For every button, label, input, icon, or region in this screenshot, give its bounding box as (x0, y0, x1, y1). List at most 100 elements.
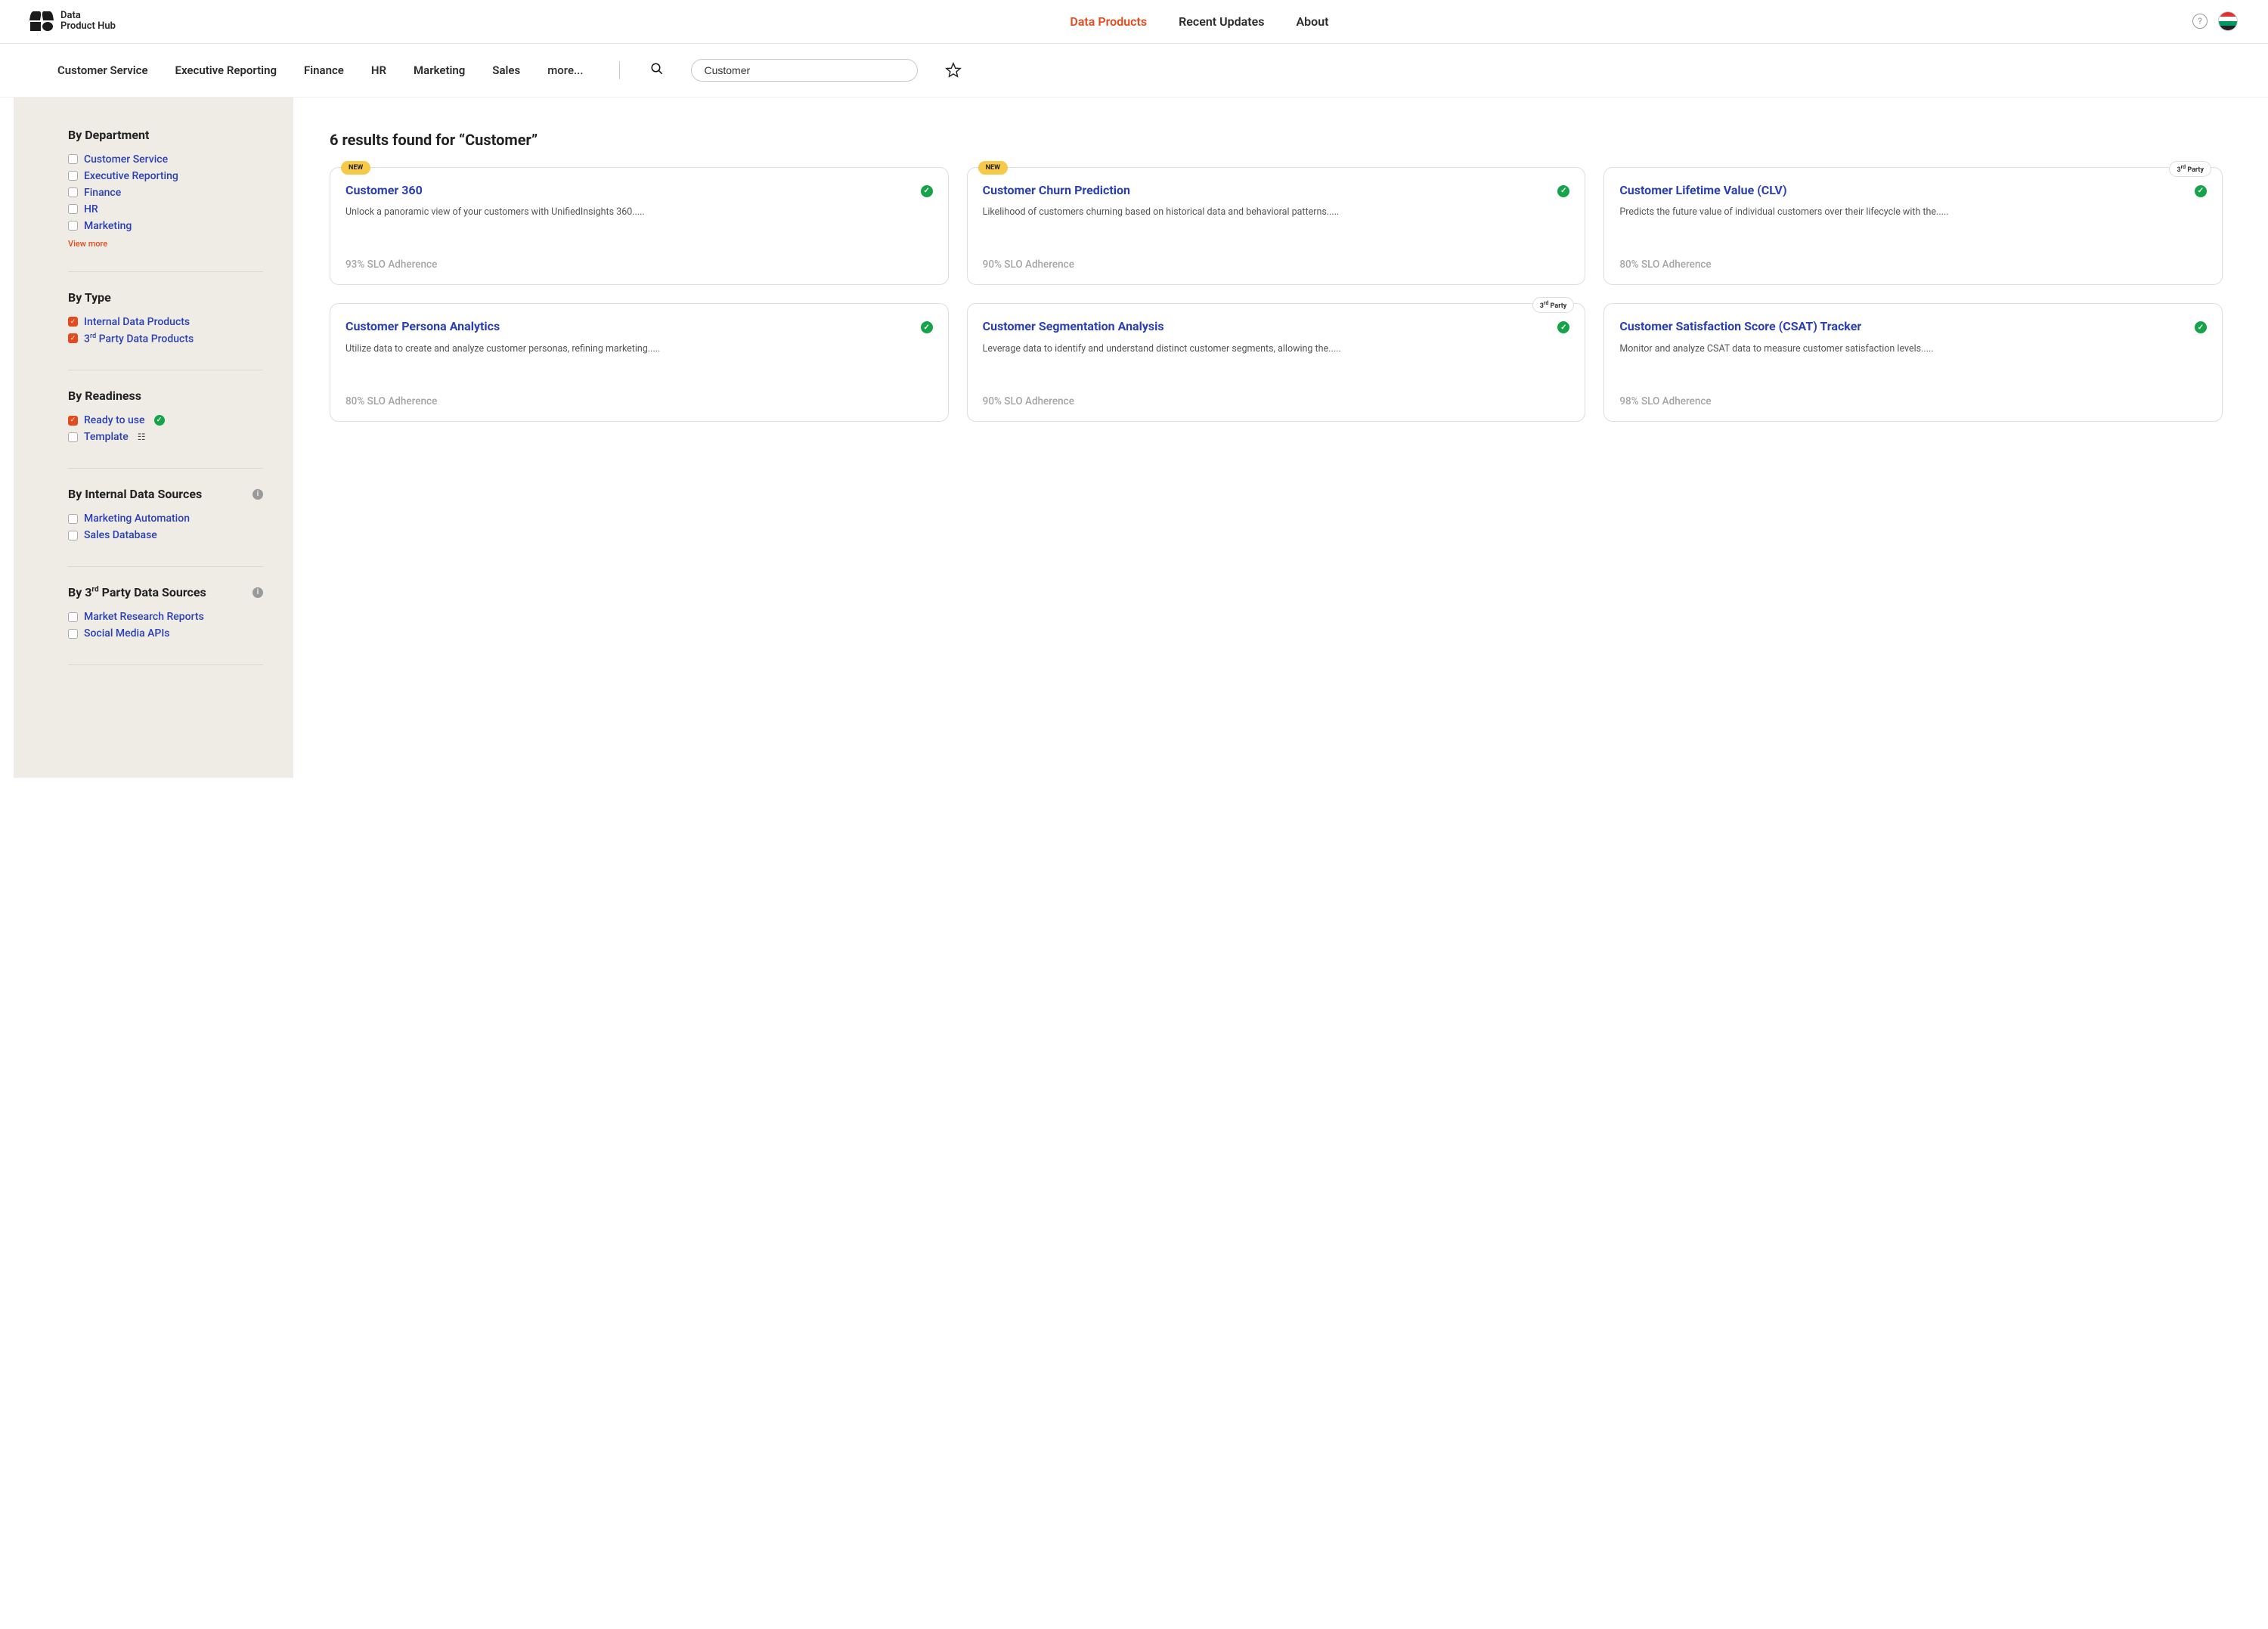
checkbox-icon: ✓ (68, 317, 78, 327)
checkbox-icon (68, 204, 78, 214)
new-badge: NEW (341, 161, 370, 175)
card-title: Customer Satisfaction Score (CSAT) Track… (1619, 319, 1861, 335)
info-icon[interactable]: i (253, 489, 263, 500)
filter-type-heading: By Type (68, 290, 263, 305)
readiness-ready[interactable]: ✓Ready to use✓ (68, 412, 263, 429)
dept-executive-reporting[interactable]: Executive Reporting (68, 168, 263, 184)
readiness-template[interactable]: Template☷ (68, 429, 263, 445)
card-header: Customer Satisfaction Score (CSAT) Track… (1619, 319, 2207, 335)
src-marketing-automation[interactable]: Marketing Automation (68, 510, 263, 527)
results-content: 6 results found for “Customer” NEWCustom… (293, 98, 2268, 453)
card-slo: 80% SLO Adherence (1619, 259, 2207, 271)
card-title: Customer Lifetime Value (CLV) (1619, 183, 1786, 199)
result-card[interactable]: 3rd PartyCustomer Segmentation Analysis✓… (967, 303, 1586, 422)
checkbox-icon (68, 171, 78, 181)
info-icon[interactable]: i (253, 587, 263, 598)
checkbox-icon (68, 612, 78, 622)
third-party-badge: 3rd Party (2169, 161, 2211, 177)
cat-more[interactable]: more... (547, 63, 583, 77)
filter-internal-sources-list: Marketing Automation Sales Database (68, 510, 263, 544)
checkbox-icon (68, 531, 78, 540)
type-third-party-label: 3rd Party Data Products (84, 333, 194, 345)
filter-department-heading: By Department (68, 128, 263, 142)
results-grid: NEWCustomer 360✓Unlock a panoramic view … (330, 167, 2223, 423)
result-card[interactable]: Customer Persona Analytics✓Utilize data … (330, 303, 949, 422)
card-header: Customer Segmentation Analysis ✓ (983, 319, 1570, 335)
cat-executive-reporting[interactable]: Executive Reporting (175, 63, 277, 77)
src-sales-database[interactable]: Sales Database (68, 527, 263, 544)
card-description: Likelihood of customers churning based o… (983, 206, 1570, 234)
card-title: Customer Churn Prediction (983, 183, 1130, 199)
result-card[interactable]: 3rd PartyCustomer Lifetime Value (CLV)✓P… (1603, 167, 2223, 286)
result-card[interactable]: NEWCustomer 360✓Unlock a panoramic view … (330, 167, 949, 286)
brand-text: Data Product Hub (60, 11, 116, 33)
cat-customer-service[interactable]: Customer Service (57, 63, 148, 77)
filter-internal-sources-heading: By Internal Data Sources i (68, 487, 263, 501)
filter-readiness-list: ✓Ready to use✓ Template☷ (68, 412, 263, 445)
filter-internal-sources: By Internal Data Sources i Marketing Aut… (68, 487, 263, 544)
divider (68, 664, 263, 665)
nav-recent-updates[interactable]: Recent Updates (1179, 14, 1264, 29)
cat-sales[interactable]: Sales (492, 63, 520, 77)
logo-mark-icon (30, 11, 53, 31)
card-title: Customer 360 (345, 183, 423, 199)
card-header: Customer 360 ✓ (345, 183, 933, 199)
checkbox-icon: ✓ (68, 333, 78, 343)
topbar-right: ? (2192, 11, 2238, 31)
nav-data-products[interactable]: Data Products (1070, 14, 1147, 29)
divider (68, 271, 263, 272)
filter-department-list: Customer Service Executive Reporting Fin… (68, 151, 263, 234)
filter-third-party-sources: By 3rd Party Data Sources i Market Resea… (68, 585, 263, 642)
search-input[interactable] (691, 59, 918, 82)
filter-readiness: By Readiness ✓Ready to use✓ Template☷ (68, 389, 263, 445)
card-slo: 90% SLO Adherence (983, 395, 1570, 407)
card-title: Customer Segmentation Analysis (983, 319, 1164, 335)
card-description: Utilize data to create and analyze custo… (345, 342, 933, 371)
src-market-research[interactable]: Market Research Reports (68, 609, 263, 625)
dept-customer-service[interactable]: Customer Service (68, 151, 263, 168)
third-party-badge: 3rd Party (1532, 297, 1575, 313)
dept-hr[interactable]: HR (68, 201, 263, 218)
status-check-icon: ✓ (1557, 185, 1569, 197)
search-icon (650, 62, 664, 76)
brand-logo[interactable]: Data Product Hub (30, 11, 116, 33)
cat-hr[interactable]: HR (371, 63, 386, 77)
checkbox-icon (68, 187, 78, 197)
status-check-icon: ✓ (1557, 321, 1569, 333)
checkbox-icon (68, 221, 78, 231)
card-description: Unlock a panoramic view of your customer… (345, 206, 933, 234)
brand-line2: Product Hub (60, 21, 116, 32)
filter-third-party-sources-list: Market Research Reports Social Media API… (68, 609, 263, 642)
avatar[interactable] (2218, 11, 2238, 31)
src-social-media-apis[interactable]: Social Media APIs (68, 625, 263, 642)
divider (619, 61, 620, 79)
cat-finance[interactable]: Finance (304, 63, 344, 77)
status-check-icon: ✓ (2195, 321, 2207, 333)
dept-finance[interactable]: Finance (68, 184, 263, 201)
filter-type: By Type ✓Internal Data Products ✓ 3rd Par… (68, 290, 263, 348)
card-description: Leverage data to identify and understand… (983, 342, 1570, 371)
card-description: Monitor and analyze CSAT data to measure… (1619, 342, 2207, 371)
filter-third-party-sources-heading: By 3rd Party Data Sources i (68, 585, 263, 599)
star-icon[interactable] (945, 62, 962, 79)
type-internal[interactable]: ✓Internal Data Products (68, 314, 263, 330)
help-icon[interactable]: ? (2192, 14, 2208, 29)
nav-about[interactable]: About (1296, 14, 1328, 29)
main: By Department Customer Service Executive… (0, 98, 2268, 778)
filter-readiness-heading: By Readiness (68, 389, 263, 403)
list-icon: ☷ (138, 432, 146, 442)
checkbox-icon (68, 154, 78, 164)
search-button[interactable] (650, 62, 664, 79)
checkbox-icon (68, 514, 78, 524)
result-card[interactable]: NEWCustomer Churn Prediction✓Likelihood … (967, 167, 1586, 286)
card-slo: 93% SLO Adherence (345, 259, 933, 271)
brand-line1: Data (60, 11, 116, 21)
cat-marketing[interactable]: Marketing (414, 63, 465, 77)
filter-department: By Department Customer Service Executive… (68, 128, 263, 249)
dept-marketing[interactable]: Marketing (68, 218, 263, 234)
topbar: Data Product Hub Data Products Recent Up… (0, 0, 2268, 44)
dept-view-more[interactable]: View more (68, 239, 263, 249)
result-card[interactable]: Customer Satisfaction Score (CSAT) Track… (1603, 303, 2223, 422)
type-third-party[interactable]: ✓ 3rd Party Data Products (68, 330, 263, 348)
status-check-icon: ✓ (921, 185, 933, 197)
